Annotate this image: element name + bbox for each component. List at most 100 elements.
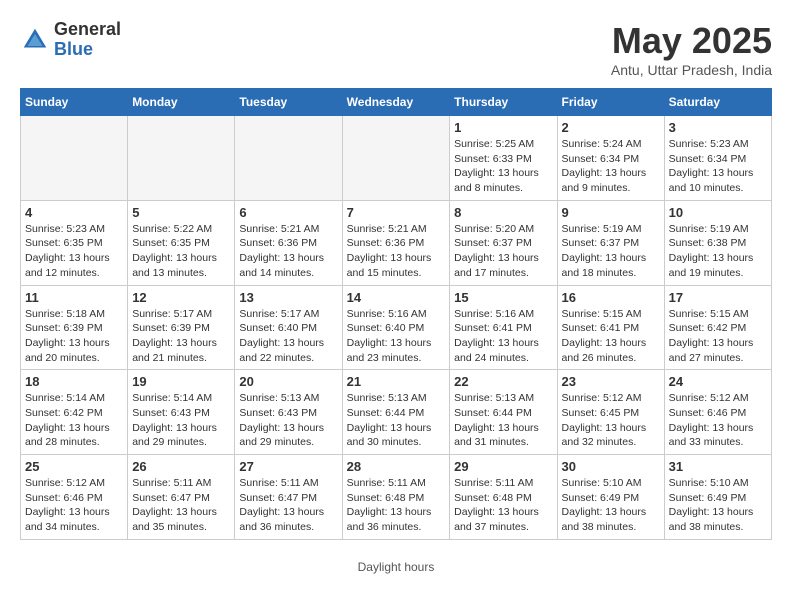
calendar-header-wednesday: Wednesday bbox=[342, 89, 450, 116]
calendar-day-cell: 30 Sunrise: 5:10 AM Sunset: 6:49 PM Dayli… bbox=[557, 455, 664, 540]
day-number: 18 bbox=[25, 374, 123, 389]
calendar-week-row: 25 Sunrise: 5:12 AM Sunset: 6:46 PM Dayli… bbox=[21, 455, 772, 540]
logo: General Blue bbox=[20, 20, 121, 60]
calendar-header-saturday: Saturday bbox=[664, 89, 771, 116]
day-info: Sunrise: 5:13 AM Sunset: 6:43 PM Dayligh… bbox=[239, 391, 337, 450]
day-number: 11 bbox=[25, 290, 123, 305]
day-info: Sunrise: 5:14 AM Sunset: 6:43 PM Dayligh… bbox=[132, 391, 230, 450]
page-header: General Blue May 2025 Antu, Uttar Prades… bbox=[20, 20, 772, 78]
day-info: Sunrise: 5:25 AM Sunset: 6:33 PM Dayligh… bbox=[454, 137, 552, 196]
day-number: 22 bbox=[454, 374, 552, 389]
calendar-day-cell: 27 Sunrise: 5:11 AM Sunset: 6:47 PM Dayli… bbox=[235, 455, 342, 540]
day-number: 17 bbox=[669, 290, 767, 305]
calendar-header-sunday: Sunday bbox=[21, 89, 128, 116]
calendar-day-cell: 24 Sunrise: 5:12 AM Sunset: 6:46 PM Dayli… bbox=[664, 370, 771, 455]
logo-general: General bbox=[54, 20, 121, 40]
calendar-day-cell: 7 Sunrise: 5:21 AM Sunset: 6:36 PM Daylig… bbox=[342, 200, 450, 285]
calendar-week-row: 11 Sunrise: 5:18 AM Sunset: 6:39 PM Dayli… bbox=[21, 285, 772, 370]
calendar-day-cell: 23 Sunrise: 5:12 AM Sunset: 6:45 PM Dayli… bbox=[557, 370, 664, 455]
day-number: 14 bbox=[347, 290, 446, 305]
day-number: 27 bbox=[239, 459, 337, 474]
calendar-day-cell: 17 Sunrise: 5:15 AM Sunset: 6:42 PM Dayli… bbox=[664, 285, 771, 370]
day-info: Sunrise: 5:15 AM Sunset: 6:42 PM Dayligh… bbox=[669, 307, 767, 366]
day-number: 2 bbox=[562, 120, 660, 135]
day-info: Sunrise: 5:16 AM Sunset: 6:41 PM Dayligh… bbox=[454, 307, 552, 366]
calendar-day-cell: 14 Sunrise: 5:16 AM Sunset: 6:40 PM Dayli… bbox=[342, 285, 450, 370]
day-number: 29 bbox=[454, 459, 552, 474]
calendar-week-row: 18 Sunrise: 5:14 AM Sunset: 6:42 PM Dayli… bbox=[21, 370, 772, 455]
calendar-week-row: 1Sunrise: 5:25 AM Sunset: 6:33 PM Daylig… bbox=[21, 116, 772, 201]
day-info: Sunrise: 5:21 AM Sunset: 6:36 PM Dayligh… bbox=[239, 222, 337, 281]
calendar-day-cell: 20 Sunrise: 5:13 AM Sunset: 6:43 PM Dayli… bbox=[235, 370, 342, 455]
calendar-day-cell: 2Sunrise: 5:24 AM Sunset: 6:34 PM Daylig… bbox=[557, 116, 664, 201]
calendar-day-cell: 5 Sunrise: 5:22 AM Sunset: 6:35 PM Daylig… bbox=[128, 200, 235, 285]
calendar-day-cell: 28 Sunrise: 5:11 AM Sunset: 6:48 PM Dayli… bbox=[342, 455, 450, 540]
day-info: Sunrise: 5:17 AM Sunset: 6:40 PM Dayligh… bbox=[239, 307, 337, 366]
day-number: 20 bbox=[239, 374, 337, 389]
month-year: May 2025 bbox=[611, 20, 772, 62]
calendar-day-cell bbox=[235, 116, 342, 201]
calendar-day-cell: 22 Sunrise: 5:13 AM Sunset: 6:44 PM Dayli… bbox=[450, 370, 557, 455]
day-number: 25 bbox=[25, 459, 123, 474]
day-number: 5 bbox=[132, 205, 230, 220]
day-info: Sunrise: 5:10 AM Sunset: 6:49 PM Dayligh… bbox=[669, 476, 767, 535]
calendar-day-cell bbox=[128, 116, 235, 201]
day-info: Sunrise: 5:21 AM Sunset: 6:36 PM Dayligh… bbox=[347, 222, 446, 281]
title-area: May 2025 Antu, Uttar Pradesh, India bbox=[611, 20, 772, 78]
day-info: Sunrise: 5:13 AM Sunset: 6:44 PM Dayligh… bbox=[454, 391, 552, 450]
calendar-day-cell bbox=[342, 116, 450, 201]
day-number: 3 bbox=[669, 120, 767, 135]
day-number: 8 bbox=[454, 205, 552, 220]
calendar-week-row: 4Sunrise: 5:23 AM Sunset: 6:35 PM Daylig… bbox=[21, 200, 772, 285]
day-info: Sunrise: 5:12 AM Sunset: 6:46 PM Dayligh… bbox=[25, 476, 123, 535]
calendar-header-row: SundayMondayTuesdayWednesdayThursdayFrid… bbox=[21, 89, 772, 116]
calendar-day-cell: 15Sunrise: 5:16 AM Sunset: 6:41 PM Dayli… bbox=[450, 285, 557, 370]
day-number: 4 bbox=[25, 205, 123, 220]
calendar-day-cell: 18 Sunrise: 5:14 AM Sunset: 6:42 PM Dayli… bbox=[21, 370, 128, 455]
day-info: Sunrise: 5:17 AM Sunset: 6:39 PM Dayligh… bbox=[132, 307, 230, 366]
day-info: Sunrise: 5:19 AM Sunset: 6:38 PM Dayligh… bbox=[669, 222, 767, 281]
day-number: 7 bbox=[347, 205, 446, 220]
calendar-day-cell: 13Sunrise: 5:17 AM Sunset: 6:40 PM Dayli… bbox=[235, 285, 342, 370]
day-info: Sunrise: 5:11 AM Sunset: 6:48 PM Dayligh… bbox=[454, 476, 552, 535]
calendar-day-cell: 29 Sunrise: 5:11 AM Sunset: 6:48 PM Dayli… bbox=[450, 455, 557, 540]
calendar-day-cell: 11 Sunrise: 5:18 AM Sunset: 6:39 PM Dayli… bbox=[21, 285, 128, 370]
calendar-day-cell: 19 Sunrise: 5:14 AM Sunset: 6:43 PM Dayli… bbox=[128, 370, 235, 455]
day-number: 24 bbox=[669, 374, 767, 389]
day-info: Sunrise: 5:19 AM Sunset: 6:37 PM Dayligh… bbox=[562, 222, 660, 281]
day-info: Sunrise: 5:12 AM Sunset: 6:45 PM Dayligh… bbox=[562, 391, 660, 450]
day-info: Sunrise: 5:14 AM Sunset: 6:42 PM Dayligh… bbox=[25, 391, 123, 450]
day-number: 28 bbox=[347, 459, 446, 474]
day-number: 19 bbox=[132, 374, 230, 389]
day-info: Sunrise: 5:11 AM Sunset: 6:48 PM Dayligh… bbox=[347, 476, 446, 535]
calendar-day-cell: 8 Sunrise: 5:20 AM Sunset: 6:37 PM Daylig… bbox=[450, 200, 557, 285]
calendar-day-cell: 25 Sunrise: 5:12 AM Sunset: 6:46 PM Dayli… bbox=[21, 455, 128, 540]
day-number: 26 bbox=[132, 459, 230, 474]
day-number: 30 bbox=[562, 459, 660, 474]
day-info: Sunrise: 5:22 AM Sunset: 6:35 PM Dayligh… bbox=[132, 222, 230, 281]
day-info: Sunrise: 5:20 AM Sunset: 6:37 PM Dayligh… bbox=[454, 222, 552, 281]
day-info: Sunrise: 5:11 AM Sunset: 6:47 PM Dayligh… bbox=[132, 476, 230, 535]
logo-blue: Blue bbox=[54, 40, 121, 60]
day-info: Sunrise: 5:18 AM Sunset: 6:39 PM Dayligh… bbox=[25, 307, 123, 366]
day-info: Sunrise: 5:15 AM Sunset: 6:41 PM Dayligh… bbox=[562, 307, 660, 366]
day-info: Sunrise: 5:23 AM Sunset: 6:34 PM Dayligh… bbox=[669, 137, 767, 196]
calendar-header-tuesday: Tuesday bbox=[235, 89, 342, 116]
calendar-day-cell: 26 Sunrise: 5:11 AM Sunset: 6:47 PM Dayli… bbox=[128, 455, 235, 540]
day-info: Sunrise: 5:12 AM Sunset: 6:46 PM Dayligh… bbox=[669, 391, 767, 450]
location: Antu, Uttar Pradesh, India bbox=[611, 62, 772, 78]
day-info: Sunrise: 5:16 AM Sunset: 6:40 PM Dayligh… bbox=[347, 307, 446, 366]
day-number: 23 bbox=[562, 374, 660, 389]
daylight-label: Daylight hours bbox=[20, 560, 772, 574]
calendar-day-cell: 1Sunrise: 5:25 AM Sunset: 6:33 PM Daylig… bbox=[450, 116, 557, 201]
logo-icon bbox=[20, 25, 50, 55]
calendar-day-cell: 16Sunrise: 5:15 AM Sunset: 6:41 PM Dayli… bbox=[557, 285, 664, 370]
calendar-day-cell: 4Sunrise: 5:23 AM Sunset: 6:35 PM Daylig… bbox=[21, 200, 128, 285]
day-info: Sunrise: 5:13 AM Sunset: 6:44 PM Dayligh… bbox=[347, 391, 446, 450]
day-info: Sunrise: 5:10 AM Sunset: 6:49 PM Dayligh… bbox=[562, 476, 660, 535]
calendar-day-cell: 31Sunrise: 5:10 AM Sunset: 6:49 PM Dayli… bbox=[664, 455, 771, 540]
day-info: Sunrise: 5:11 AM Sunset: 6:47 PM Dayligh… bbox=[239, 476, 337, 535]
calendar-header-thursday: Thursday bbox=[450, 89, 557, 116]
day-number: 21 bbox=[347, 374, 446, 389]
calendar-day-cell: 6Sunrise: 5:21 AM Sunset: 6:36 PM Daylig… bbox=[235, 200, 342, 285]
